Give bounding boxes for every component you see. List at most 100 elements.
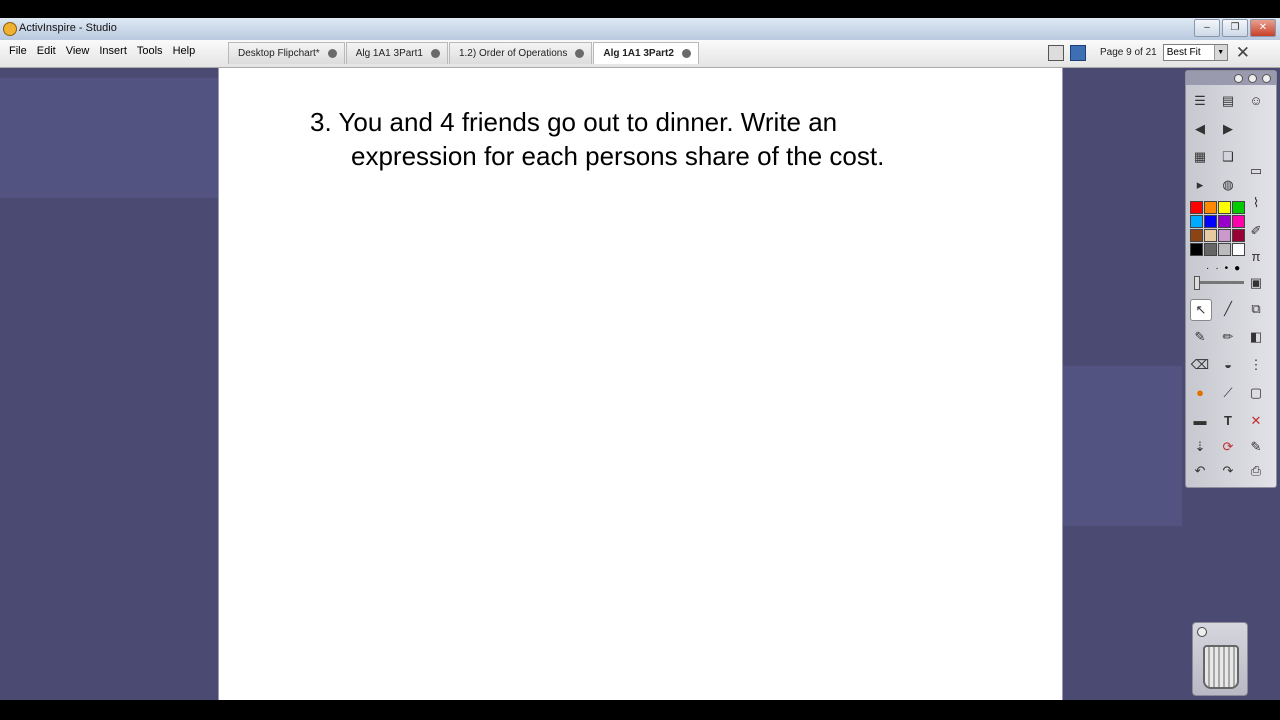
pen-width-slider[interactable]: [1194, 276, 1244, 290]
trash-icon: [1203, 645, 1239, 689]
page-browser-icon[interactable]: ▤: [1218, 91, 1238, 111]
background-panel: [1062, 366, 1182, 526]
menu-view[interactable]: View: [61, 45, 95, 57]
text-icon[interactable]: T: [1218, 411, 1238, 431]
page-controls: Page 9 of 21 Best Fit ▼ ✕: [1048, 44, 1250, 61]
eraser-icon[interactable]: ⌫: [1190, 355, 1210, 375]
next-page-icon[interactable]: ▶: [1218, 119, 1238, 139]
image-icon[interactable]: ▬: [1190, 411, 1210, 431]
fill-icon[interactable]: ◒: [1218, 355, 1238, 375]
page-icon[interactable]: ❑: [1218, 147, 1238, 167]
palette-white[interactable]: [1232, 243, 1245, 256]
palette-orange[interactable]: [1204, 201, 1217, 214]
main-toolbox: ☰ ▤ ☺ ◀ ▶ ▦ ❑ ▭ ▸ ◍ ⌇ ✐ π ··•● ▣ ↖ ╱ ⧉ ✎…: [1185, 70, 1277, 488]
menu-bar: File Edit View Insert Tools Help Desktop…: [0, 40, 1280, 68]
trash-options-icon[interactable]: [1197, 627, 1207, 637]
tab-label: Alg 1A1 3Part2: [603, 48, 674, 59]
flipchart-tabs: Desktop Flipchart* Alg 1A1 3Part1 1.2) O…: [228, 42, 700, 64]
highlighter-icon[interactable]: ✏: [1218, 327, 1238, 347]
close-document-icon[interactable]: ✕: [1236, 44, 1250, 61]
undo-icon[interactable]: ↶: [1190, 461, 1210, 481]
slider-handle[interactable]: [1194, 276, 1200, 290]
pen-icon[interactable]: ╱: [1218, 299, 1238, 319]
window-controls: ‒ ❐ ✕: [1194, 19, 1276, 37]
pen-width-icon[interactable]: ··•●: [1206, 263, 1246, 274]
tab-label: Desktop Flipchart*: [238, 48, 320, 59]
close-flipchart-icon[interactable]: [430, 49, 440, 58]
paste-icon[interactable]: ▢: [1246, 383, 1266, 403]
toolbox-pin-icon[interactable]: [1234, 74, 1243, 83]
print-icon[interactable]: ⎙: [1246, 461, 1266, 481]
toolbox-close-icon[interactable]: [1262, 74, 1271, 83]
redo-icon[interactable]: ↷: [1218, 461, 1238, 481]
close-flipchart-icon[interactable]: [681, 49, 691, 58]
spotlight-icon[interactable]: ◧: [1246, 327, 1266, 347]
palette-red[interactable]: [1190, 201, 1203, 214]
ruler-icon[interactable]: ⇣: [1190, 437, 1210, 457]
screen-top-border: [0, 0, 1280, 18]
menu-file[interactable]: File: [4, 45, 32, 57]
zoom-dropdown-icon[interactable]: ▼: [1213, 45, 1227, 60]
desktop-annotate-icon[interactable]: ▦: [1190, 147, 1210, 167]
magic-ink-icon[interactable]: ✐: [1246, 221, 1266, 241]
palette-black[interactable]: [1190, 243, 1203, 256]
clear-icon[interactable]: ✕: [1246, 411, 1266, 431]
palette-tan[interactable]: [1204, 229, 1217, 242]
palette-maroon[interactable]: [1232, 229, 1245, 242]
page-view-icon[interactable]: [1048, 44, 1064, 61]
tab-alg-part2[interactable]: Alg 1A1 3Part2: [593, 42, 699, 64]
title-bar: ActivInspire - Studio ‒ ❐ ✕: [0, 18, 1280, 40]
tab-alg-part1[interactable]: Alg 1A1 3Part1: [345, 42, 448, 64]
restore-button[interactable]: ❐: [1222, 19, 1248, 37]
page-browser-icon[interactable]: [1070, 44, 1086, 61]
minimize-button[interactable]: ‒: [1194, 19, 1220, 37]
trash-can[interactable]: [1192, 622, 1248, 696]
tab-label: 1.2) Order of Operations: [458, 48, 568, 59]
connector-line-icon[interactable]: ⟋: [1218, 383, 1238, 403]
toolbox-options-icon[interactable]: [1248, 74, 1257, 83]
globe-icon[interactable]: ◍: [1218, 175, 1238, 195]
palette-yellow[interactable]: [1218, 201, 1231, 214]
connector-icon[interactable]: ⌇: [1246, 193, 1266, 213]
copy-icon[interactable]: ⧉: [1246, 299, 1266, 319]
main-menu: File Edit View Insert Tools Help: [4, 45, 200, 57]
palette-purple[interactable]: [1218, 215, 1231, 228]
tab-desktop-flipchart[interactable]: Desktop Flipchart*: [228, 42, 345, 64]
main-menu-icon[interactable]: ☰: [1190, 91, 1210, 111]
page-indicator: Page 9 of 21: [1100, 47, 1157, 58]
menu-insert[interactable]: Insert: [94, 45, 132, 57]
user-icon[interactable]: ☺: [1246, 91, 1266, 111]
palette-light-gray[interactable]: [1218, 243, 1231, 256]
menu-edit[interactable]: Edit: [32, 45, 61, 57]
equation-icon[interactable]: π: [1246, 247, 1266, 267]
palette-green[interactable]: [1232, 201, 1245, 214]
menu-help[interactable]: Help: [168, 45, 201, 57]
zoom-select[interactable]: Best Fit ▼: [1162, 44, 1228, 61]
flipchart-page[interactable]: 3. You and 4 friends go out to dinner. W…: [218, 68, 1063, 700]
palette-brown[interactable]: [1190, 229, 1203, 242]
palette-pink[interactable]: [1232, 215, 1245, 228]
palette-cyan[interactable]: [1190, 215, 1203, 228]
tab-order-of-operations[interactable]: 1.2) Order of Operations: [448, 42, 593, 64]
question-text-line1: 3. You and 4 friends go out to dinner. W…: [310, 107, 838, 137]
zoom-value: Best Fit: [1166, 47, 1201, 58]
close-flipchart-icon[interactable]: [327, 49, 337, 58]
edit-icon[interactable]: ✎: [1246, 437, 1266, 457]
marker-icon[interactable]: ✎: [1190, 327, 1210, 347]
previous-page-icon[interactable]: ◀: [1190, 119, 1210, 139]
palette-lavender[interactable]: [1218, 229, 1231, 242]
reveal-icon[interactable]: ⋮: [1246, 355, 1266, 375]
palette-blue[interactable]: [1204, 215, 1217, 228]
close-button[interactable]: ✕: [1250, 19, 1276, 37]
background-panel: [0, 78, 218, 198]
resource-icon[interactable]: ▭: [1246, 161, 1266, 181]
reset-page-icon[interactable]: ⟳: [1218, 437, 1238, 457]
camera-icon[interactable]: ▣: [1246, 273, 1266, 293]
question-text-line2: expression for each persons share of the…: [351, 141, 885, 171]
close-flipchart-icon[interactable]: [575, 49, 585, 58]
menu-tools[interactable]: Tools: [132, 45, 168, 57]
select-icon[interactable]: ↖: [1190, 299, 1212, 321]
palette-dark-gray[interactable]: [1204, 243, 1217, 256]
shape-icon[interactable]: ●: [1190, 383, 1210, 403]
play-icon[interactable]: ▸: [1190, 175, 1210, 195]
